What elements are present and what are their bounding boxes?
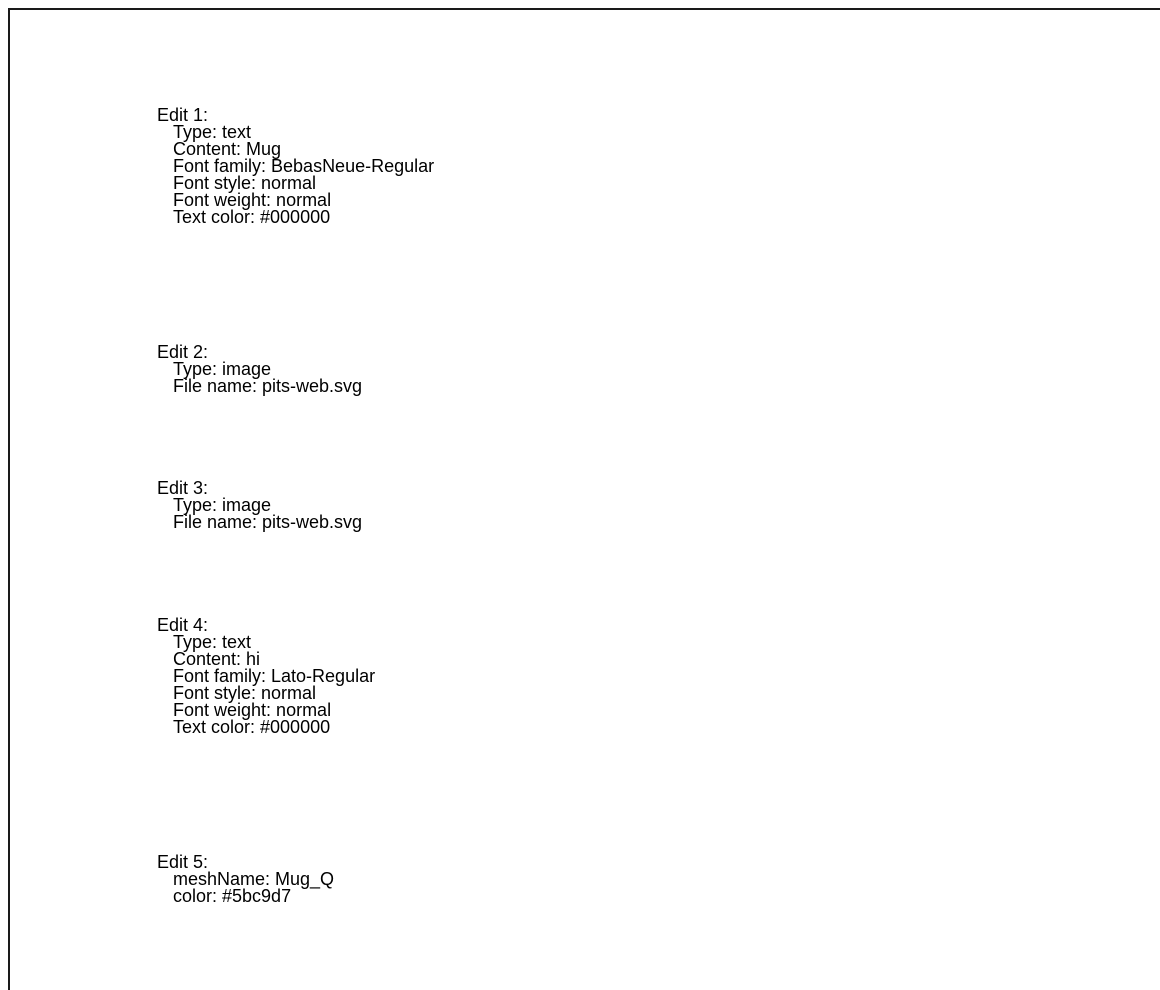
edit-text-color-line: Text color: #000000 [173,717,331,737]
edit-block-5: Edit 5: meshName: Mug_Q color: #5bc9d7 [157,853,334,906]
edit-text-color-line: Text color: #000000 [173,207,331,227]
edit-block-3: Edit 3: Type: image File name: pits-web.… [157,479,363,532]
edit-color-line: color: #5bc9d7 [173,886,292,906]
edit-block-4: Edit 4: Type: text Content: hi Font fami… [157,616,375,737]
edit-block-1: Edit 1: Type: text Content: Mug Font fam… [157,106,434,227]
edit-file-name-line: File name: pits-web.svg [173,376,363,396]
document-page: Edit 1: Type: text Content: Mug Font fam… [8,8,1160,990]
edit-block-2: Edit 2: Type: image File name: pits-web.… [157,343,363,396]
edit-file-name-line: File name: pits-web.svg [173,512,363,532]
